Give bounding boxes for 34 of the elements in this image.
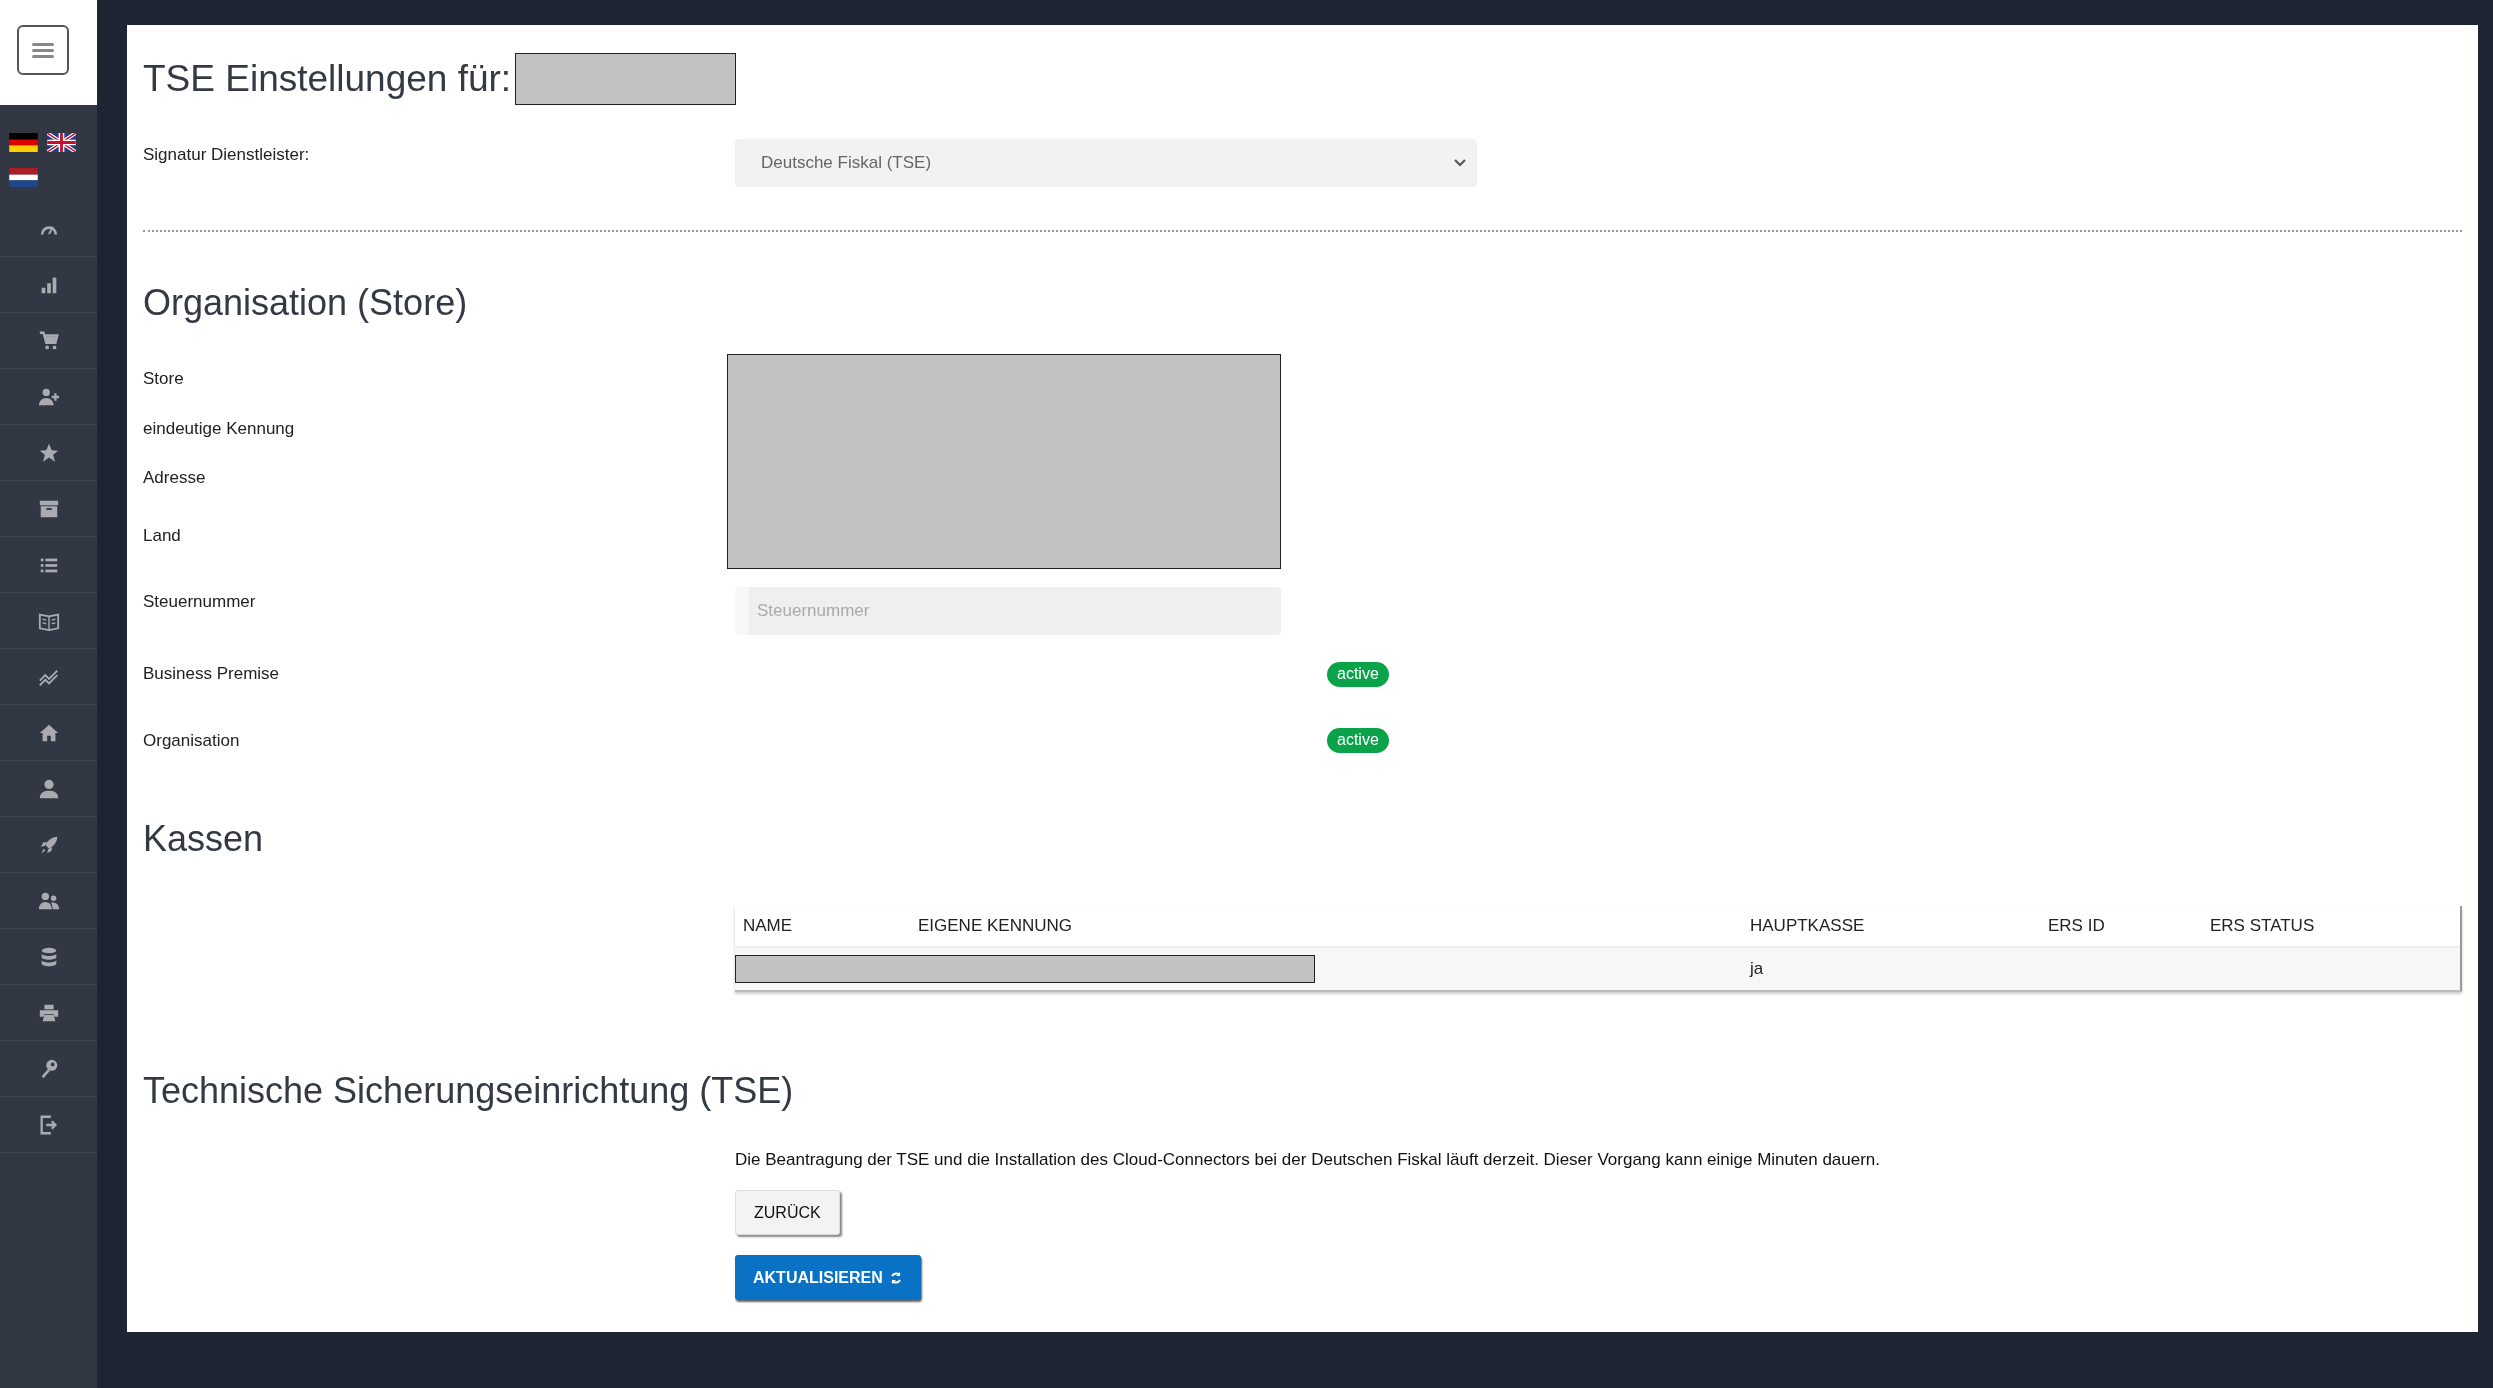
refresh-button[interactable]: AKTUALISIEREN	[735, 1255, 921, 1300]
field-label: Signatur Dienstleister:	[143, 144, 311, 165]
page-title: TSE Einstellungen für:	[143, 58, 512, 100]
dutch-flag-icon[interactable]	[9, 167, 38, 187]
table-cell-text: ja	[1748, 959, 1765, 979]
column-header: ERS ID	[2047, 916, 2106, 936]
column-header: NAME	[742, 916, 794, 936]
tax-number-field[interactable]: Steuernummer	[735, 587, 1281, 635]
column-header: HAUPTKASSE	[1749, 916, 1866, 936]
back-button[interactable]: ZURÜCK	[735, 1190, 840, 1235]
menu-icon	[32, 42, 54, 58]
status-message: Die Beantragung der TSE und die Installation des Cloud-Connectors bei der Deutschen Fiskal läuft derzeit. Dieser Vorgang kann einige Minuten dauern.	[735, 1150, 1881, 1170]
field-label: Store	[143, 369, 185, 389]
field-label: Business Premise	[143, 664, 281, 684]
status-badge: active	[1327, 661, 1389, 687]
provider-dropdown[interactable]: Deutsche Fiskal (TSE)	[735, 139, 1477, 187]
field-label: Adresse	[143, 467, 207, 488]
field-label: Steuernummer	[143, 592, 257, 612]
german-flag-icon[interactable]	[9, 133, 38, 152]
section-heading: Organisation (Store)	[143, 282, 469, 324]
status-badge: active	[1327, 728, 1389, 753]
field-label: Organisation	[143, 730, 241, 751]
section-heading: Kassen	[143, 818, 265, 860]
uk-flag-icon[interactable]	[47, 133, 76, 152]
section-heading: Technische Sicherungseinrichtung (TSE)	[143, 1070, 795, 1112]
field-label: Land	[143, 525, 182, 546]
chevron-down-icon	[1453, 158, 1467, 168]
menu-button[interactable]	[17, 25, 69, 75]
cart-icon[interactable]	[37, 329, 60, 352]
field-label: eindeutige Kennung	[143, 418, 296, 439]
user-icon[interactable]	[37, 777, 60, 800]
refresh-icon	[888, 1270, 903, 1285]
column-header: EIGENE KENNUNG	[917, 916, 1073, 936]
column-header: ERS STATUS	[2209, 916, 2316, 936]
